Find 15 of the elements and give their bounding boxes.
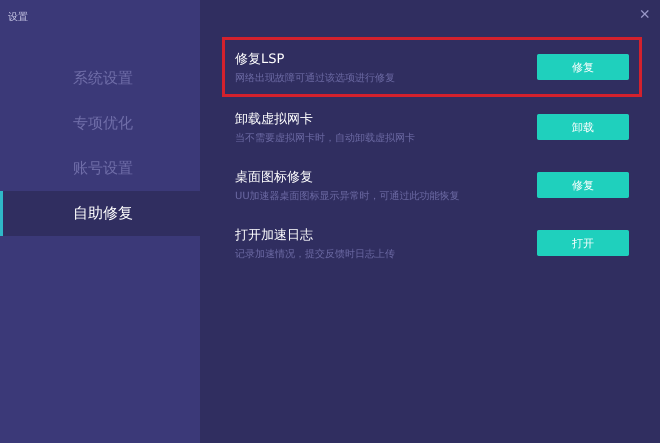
action-button[interactable]: 修复 [537, 54, 629, 80]
option-description: UU加速器桌面图标显示异常时，可通过此功能恢复 [235, 190, 460, 202]
action-button[interactable]: 打开 [537, 230, 629, 256]
close-button[interactable]: × [639, 4, 650, 25]
option-description: 网络出现故障可通过该选项进行修复 [235, 72, 395, 84]
action-button[interactable]: 修复 [537, 172, 629, 198]
option-title: 桌面图标修复 [235, 168, 314, 186]
option-title: 打开加速日志 [235, 226, 314, 244]
window-title: 设置 [7, 10, 29, 25]
option-description: 当不需要虚拟网卡时，自动卸载虚拟网卡 [235, 132, 415, 144]
option-title: 卸载虚拟网卡 [235, 110, 314, 128]
sidebar-item[interactable]: 自助修复 [0, 191, 200, 236]
action-button[interactable]: 卸载 [537, 114, 629, 140]
option-description: 记录加速情况，提交反馈时日志上传 [235, 248, 395, 260]
option-title: 修复LSP [235, 50, 286, 68]
